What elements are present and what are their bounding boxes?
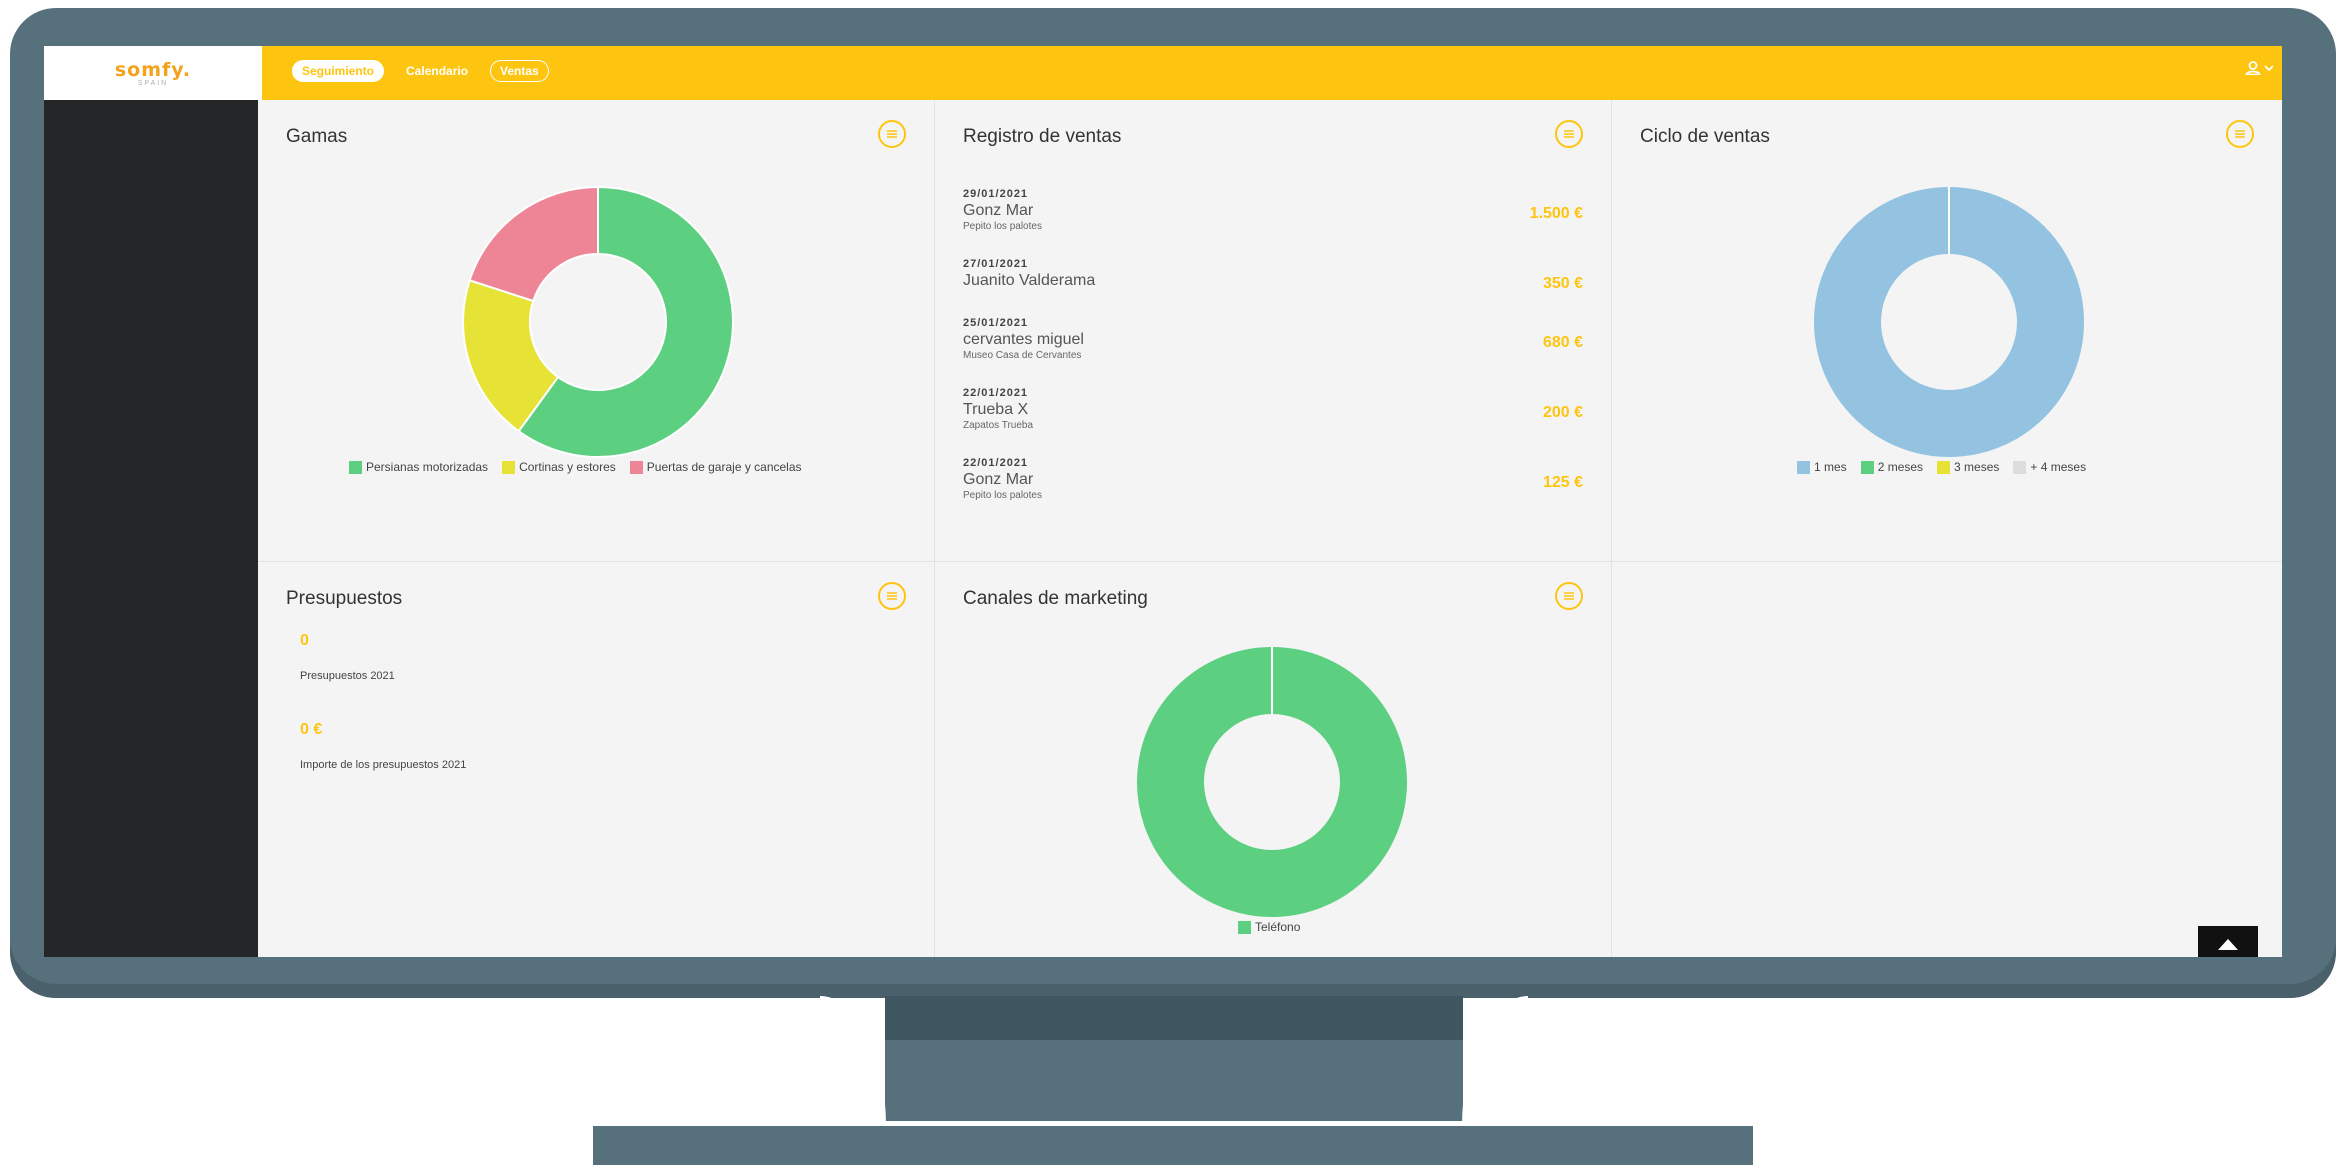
legend-swatch [629,460,643,474]
menu-lines-icon[interactable] [1555,582,1583,610]
legend-label: + 4 meses [2030,460,2087,474]
sale-company: Zapatos Trueba [963,420,1034,431]
sale-row[interactable]: 27/01/2021 Juanito Valderama 350 € [963,258,1583,292]
legend-swatch [1238,920,1251,934]
legend-label: Teléfono [1255,920,1301,934]
legend-item[interactable]: 1 mes [1797,460,1847,474]
sale-client: Gonz Mar [963,202,1034,219]
legend-label: Puertas de garaje y cancelas [646,460,802,474]
sale-company: Pepito los palotes [963,490,1042,501]
menu-lines-icon[interactable] [1555,120,1583,148]
sale-date: 25/01/2021 [963,317,1029,329]
legend-swatch [1797,460,1810,474]
panel-title: Registro de ventas [963,126,1122,147]
sale-amount: 200 € [1542,404,1583,421]
sale-company: Pepito los palotes [963,221,1042,232]
top-bar: somfy. SPAIN Seguimiento Calendario Vent… [44,46,2282,100]
legend-item[interactable]: Puertas de garaje y cancelas [629,460,802,474]
monitor-stand-curve-right [1462,996,1528,1126]
chart-legend: 1 mes 2 meses 3 meses + 4 meses [1797,460,2086,474]
panel-title: Ciclo de ventas [1640,126,1770,147]
legend-swatch [2013,460,2027,474]
nav-calendario[interactable]: Calendario [396,60,478,82]
dashboard: Gamas Persianas motorizadas Cortinas y es… [258,100,2282,957]
budget-count-label: Presupuestos 2021 [300,670,395,682]
budget-amount: 0 € [300,721,323,738]
panel-title: Presupuestos [286,588,403,609]
monitor-stand-shadow [885,996,1463,1040]
panel-title: Canales de marketing [963,588,1148,609]
logo[interactable]: somfy. SPAIN [44,46,262,100]
sale-row[interactable]: 22/01/2021 Gonz Mar Pepito los palotes 1… [963,457,1583,501]
scroll-top-button[interactable] [2198,926,2258,957]
panel-ciclo-ventas: Ciclo de ventas 1 mes 2 meses 3 meses + 4 m… [1612,100,2282,562]
sale-client: Gonz Mar [963,471,1034,488]
sale-date: 22/01/2021 [963,457,1029,469]
legend-item[interactable]: 3 meses [1937,460,1999,474]
sale-row[interactable]: 29/01/2021 Gonz Mar Pepito los palotes 1… [963,188,1583,232]
user-menu[interactable] [2245,61,2274,75]
panel-registro-ventas: Registro de ventas 29/01/2021 Gonz Mar P… [935,100,1612,562]
main-nav: Seguimiento Calendario Ventas [292,60,549,82]
sale-company: Museo Casa de Cervantes [963,350,1082,361]
legend-item[interactable]: + 4 meses [2013,460,2086,474]
sale-client: Trueba X [963,401,1029,418]
sale-date: 29/01/2021 [963,188,1029,200]
donut-chart [462,185,734,458]
menu-lines-icon[interactable] [878,582,906,610]
legend-label: Persianas motorizadas [366,460,489,474]
menu-lines-icon[interactable] [878,120,906,148]
budget-count: 0 [300,632,309,649]
legend-swatch [502,460,516,474]
user-icon [2245,61,2261,75]
monitor-stand-curve-left [820,996,886,1126]
donut-chart [1814,187,2084,457]
legend-item[interactable]: Persianas motorizadas [349,460,488,474]
monitor-stand-base [593,1126,1753,1165]
legend-label: 2 meses [1877,460,1924,474]
donut-slice-2[interactable] [468,185,599,303]
chevron-down-icon [2264,64,2274,72]
legend-swatch [1937,460,1951,474]
chart-legend: Teléfono [1238,920,1300,934]
sale-row[interactable]: 22/01/2021 Trueba X Zapatos Trueba 200 € [963,387,1583,431]
sale-date: 22/01/2021 [963,387,1029,399]
legend-swatch [1860,460,1874,474]
panel-gamas: Gamas Persianas motorizadas Cortinas y es… [258,100,935,562]
sale-amount: 350 € [1542,275,1583,292]
menu-lines-icon[interactable] [2226,120,2254,148]
nav-seguimiento[interactable]: Seguimiento [292,60,385,82]
sale-row[interactable]: 25/01/2021 cervantes miguel Museo Casa d… [963,317,1583,361]
legend-item[interactable]: Cortinas y estores [502,460,616,474]
sale-client: Juanito Valderama [963,272,1096,289]
sale-client: cervantes miguel [963,331,1084,348]
logo-subtitle: SPAIN [137,79,169,87]
legend-swatch [349,460,362,474]
sale-date: 27/01/2021 [963,258,1029,270]
legend-label: Cortinas y estores [519,460,616,474]
legend-item[interactable]: Teléfono [1238,920,1300,934]
legend-label: 3 meses [1954,460,2000,474]
legend-label: 1 mes [1814,460,1847,474]
donut-chart [1137,647,1407,917]
nav-ventas[interactable]: Ventas [490,60,549,82]
legend-item[interactable]: 2 meses [1860,460,1924,474]
arrow-up-icon [2218,939,2238,950]
screen: somfy. SPAIN Seguimiento Calendario Vent… [44,46,2282,957]
sale-amount: 680 € [1542,334,1583,351]
panel-presupuestos: Presupuestos 0 Presupuestos 2021 0 € Imp… [258,562,935,957]
sale-amount: 1.500 € [1529,205,1583,222]
budget-amount-label: Importe de los presupuestos 2021 [300,759,467,771]
panel-empty [1612,562,2282,957]
panel-canales-marketing: Canales de marketing Teléfono [935,562,1612,957]
sidebar [44,100,258,957]
logo-text: somfy. [114,58,192,81]
sale-amount: 125 € [1542,474,1583,491]
panel-title: Gamas [286,126,348,147]
chart-legend: Persianas motorizadas Cortinas y estores P… [349,460,802,474]
